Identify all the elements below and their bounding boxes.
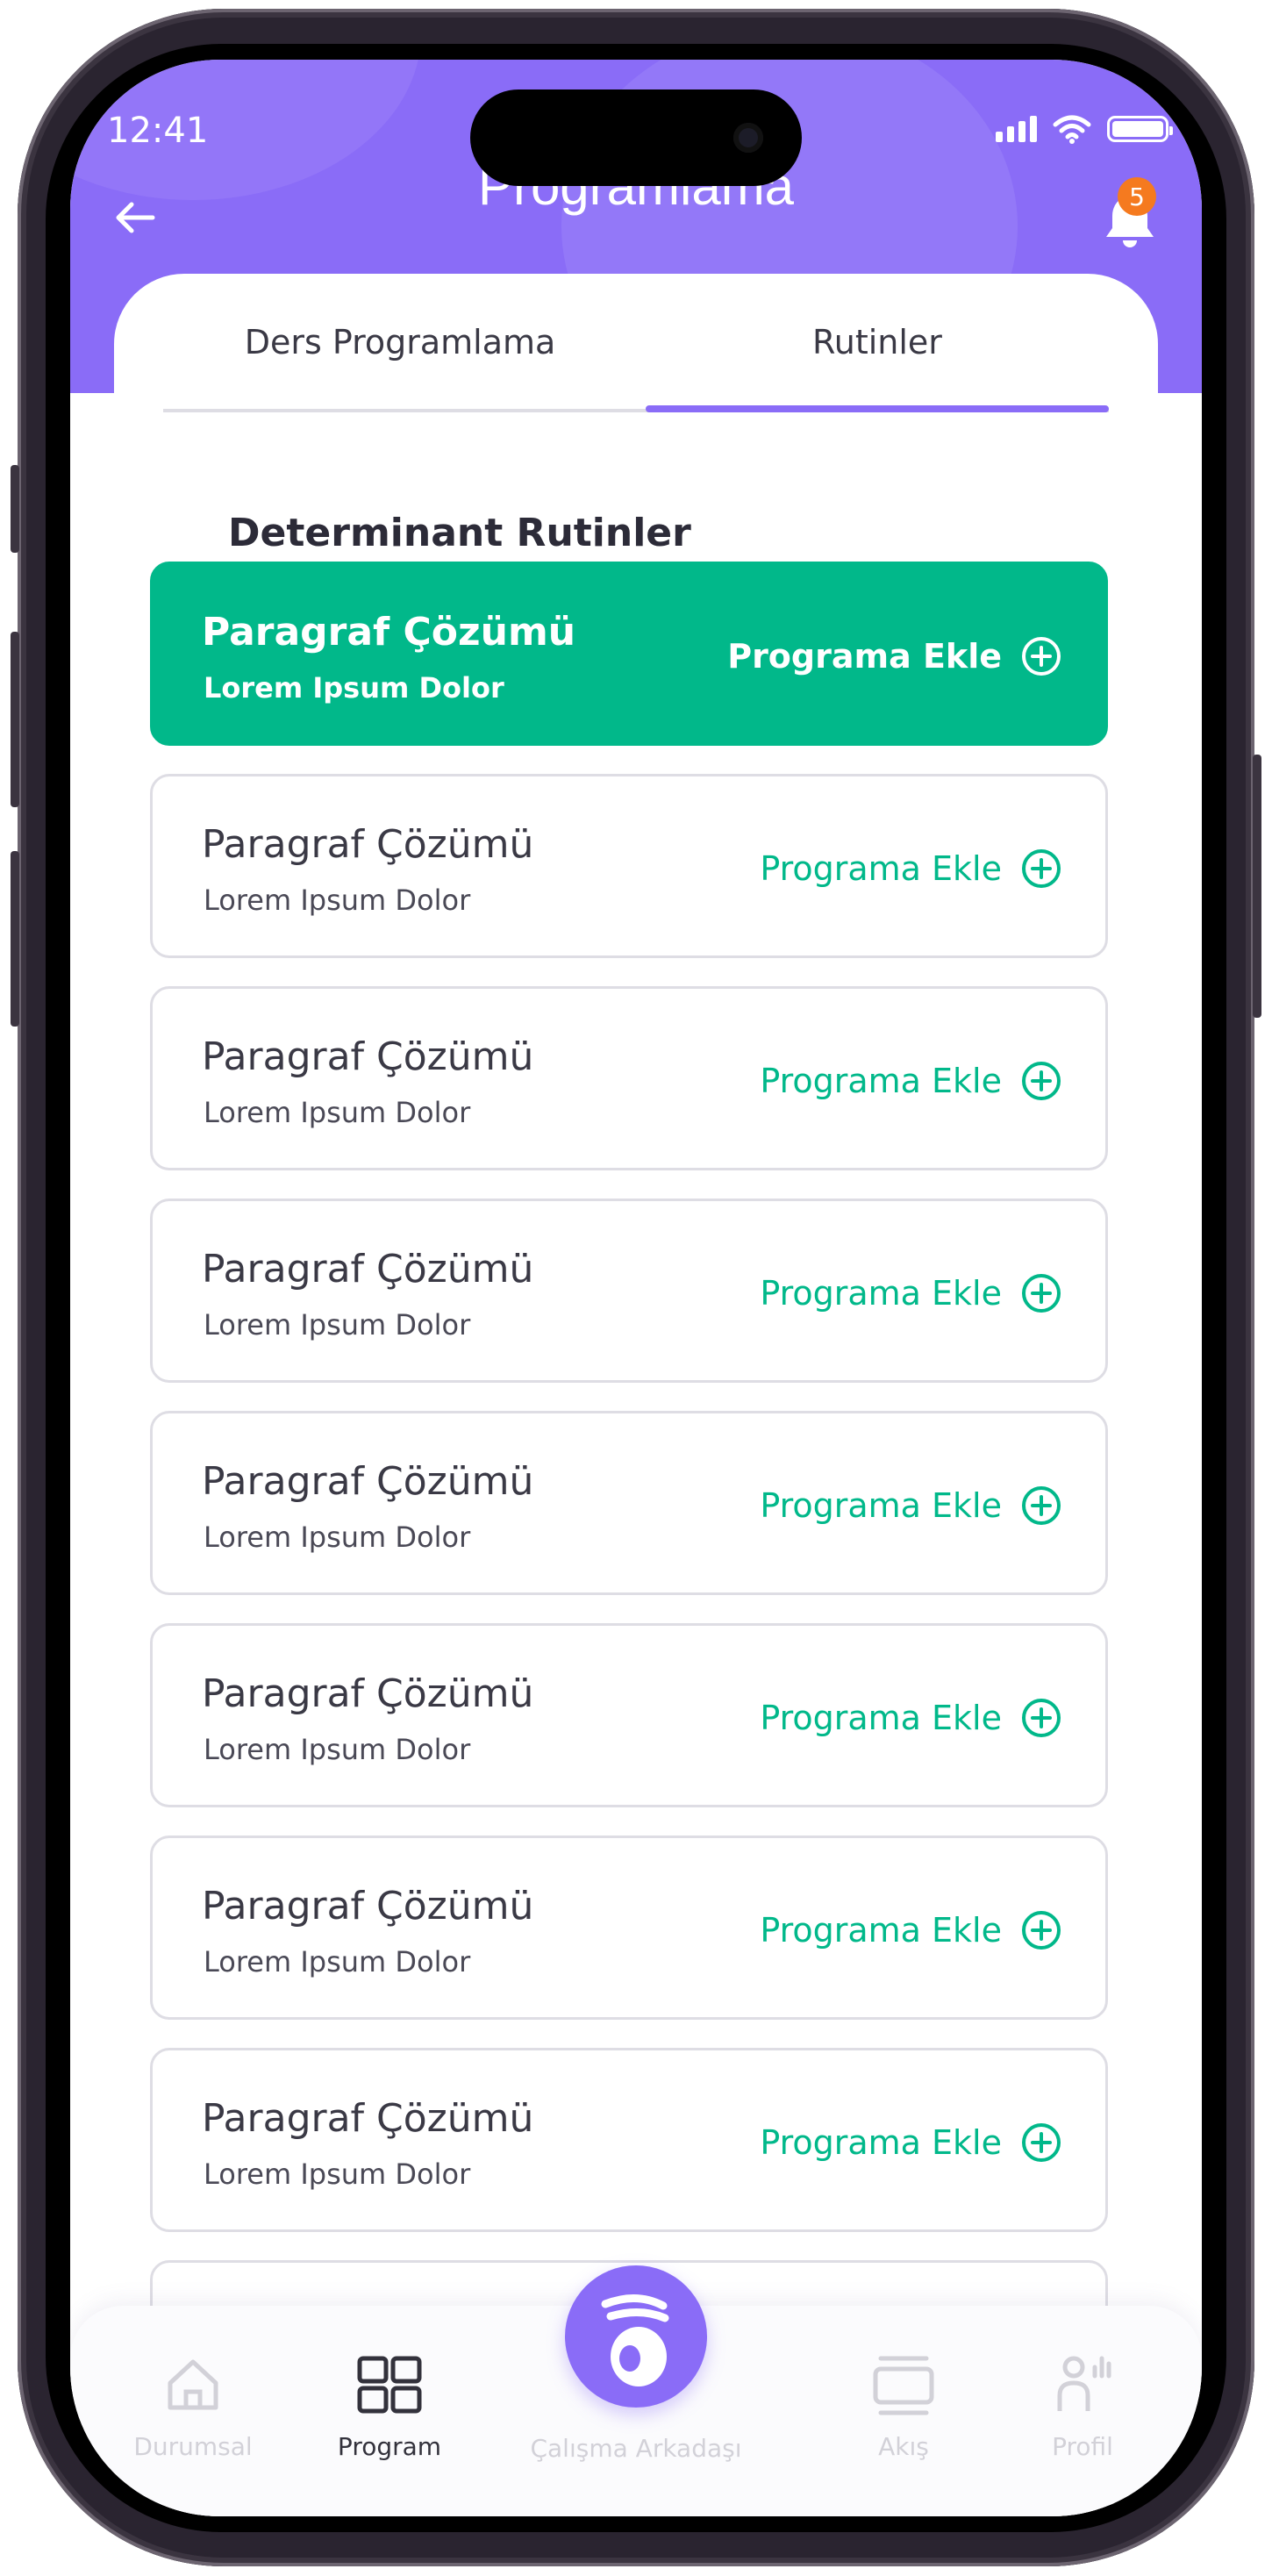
tab-rutinler[interactable]: Rutinler	[646, 274, 1109, 411]
home-icon	[168, 2359, 218, 2410]
add-to-program-label: Programa Ekle	[760, 1062, 1002, 1100]
profile-icon	[1057, 2356, 1111, 2411]
routine-card[interactable]: Paragraf Çözümü Lorem Ipsum Dolor Progra…	[150, 562, 1108, 746]
add-to-program-button[interactable]: Programa Ekle	[760, 1626, 1061, 1810]
nav-label: Akış	[878, 2432, 929, 2461]
screen: 12:41 Programlama 5 Ders Programlama Rut…	[70, 60, 1202, 2516]
action-button	[11, 465, 19, 553]
routine-subtitle: Lorem Ipsum Dolor	[204, 1096, 471, 1129]
plus-circle-icon	[1022, 1274, 1061, 1313]
routine-subtitle: Lorem Ipsum Dolor	[204, 1733, 471, 1766]
add-to-program-button[interactable]: Programa Ekle	[760, 1201, 1061, 1385]
routine-card[interactable]: Paragraf Çözümü Lorem Ipsum Dolor Progra…	[150, 986, 1108, 1170]
routine-subtitle: Lorem Ipsum Dolor	[204, 884, 471, 917]
add-to-program-button[interactable]: Programa Ekle	[760, 1838, 1061, 2022]
tab-ders-programlama[interactable]: Ders Programlama	[163, 274, 637, 411]
power-button	[1253, 755, 1261, 1018]
add-to-program-label: Programa Ekle	[760, 1274, 1002, 1313]
add-to-program-button[interactable]: Programa Ekle	[760, 989, 1061, 1173]
nav-item-profil[interactable]: Profil	[995, 2350, 1170, 2461]
routine-card[interactable]: Paragraf Çözümü Lorem Ipsum Dolor Progra…	[150, 1411, 1108, 1595]
nav-label: Profil	[1052, 2432, 1113, 2461]
grid-icon	[357, 2356, 422, 2414]
camera-icon	[733, 123, 763, 153]
bottom-navigation: Durumsal Program Çalışma Arkadaşı Akış P…	[70, 2265, 1202, 2516]
tab-bar: Ders Programlama Rutinler	[114, 274, 1158, 414]
status-icons	[996, 114, 1173, 144]
routine-subtitle: Lorem Ipsum Dolor	[204, 1308, 471, 1342]
wifi-icon	[1053, 115, 1091, 144]
routine-subtitle: Lorem Ipsum Dolor	[204, 671, 504, 705]
routine-title: Paragraf Çözümü	[202, 1671, 534, 1716]
bunny-icon	[601, 2293, 669, 2386]
study-buddy-button[interactable]	[565, 2265, 707, 2408]
add-to-program-button[interactable]: Programa Ekle	[760, 2050, 1061, 2235]
routine-title: Paragraf Çözümü	[202, 1034, 534, 1079]
plus-circle-icon	[1022, 1699, 1061, 1737]
plus-circle-icon	[1022, 849, 1061, 888]
routine-subtitle: Lorem Ipsum Dolor	[204, 1521, 471, 1554]
routine-title: Paragraf Çözümü	[202, 2096, 534, 2141]
volume-up-button	[11, 632, 19, 807]
add-to-program-label: Programa Ekle	[760, 849, 1002, 888]
add-to-program-label: Programa Ekle	[760, 1699, 1002, 1737]
add-to-program-label: Programa Ekle	[760, 1911, 1002, 1950]
add-to-program-label: Programa Ekle	[760, 1486, 1002, 1525]
section-title: Determinant Rutinler	[228, 511, 691, 555]
stack-icon	[873, 2356, 934, 2415]
routine-title: Paragraf Çözümü	[202, 1884, 534, 1928]
add-to-program-label: Programa Ekle	[760, 2123, 1002, 2162]
battery-icon	[1107, 116, 1173, 142]
routine-card[interactable]: Paragraf Çözümü Lorem Ipsum Dolor Progra…	[150, 774, 1108, 958]
volume-down-button	[11, 851, 19, 1027]
routine-title: Paragraf Çözümü	[202, 610, 576, 655]
plus-circle-icon	[1022, 1062, 1061, 1100]
plus-circle-icon	[1022, 2123, 1061, 2162]
add-to-program-label: Programa Ekle	[727, 637, 1002, 676]
notification-badge: 5	[1118, 177, 1156, 216]
cellular-signal-icon	[996, 116, 1037, 142]
routine-card[interactable]: Paragraf Çözümü Lorem Ipsum Dolor Progra…	[150, 1199, 1108, 1383]
routine-card[interactable]: Paragraf Çözümü Lorem Ipsum Dolor Progra…	[150, 1623, 1108, 1807]
plus-circle-icon	[1022, 637, 1061, 676]
routine-card[interactable]: Paragraf Çözümü Lorem Ipsum Dolor Progra…	[150, 2048, 1108, 2232]
routine-title: Paragraf Çözümü	[202, 822, 534, 867]
plus-circle-icon	[1022, 1486, 1061, 1525]
routine-title: Paragraf Çözümü	[202, 1459, 534, 1504]
status-time: 12:41	[107, 111, 209, 151]
routine-subtitle: Lorem Ipsum Dolor	[204, 1945, 471, 1979]
routine-card[interactable]: Paragraf Çözümü Lorem Ipsum Dolor Progra…	[150, 1835, 1108, 2020]
routine-title: Paragraf Çözümü	[202, 1247, 534, 1292]
add-to-program-button[interactable]: Programa Ekle	[760, 776, 1061, 961]
plus-circle-icon	[1022, 1911, 1061, 1950]
tab-label: Ders Programlama	[244, 323, 556, 361]
add-to-program-button[interactable]: Programa Ekle	[727, 564, 1061, 748]
routine-subtitle: Lorem Ipsum Dolor	[204, 2157, 471, 2191]
dynamic-island	[470, 89, 802, 186]
tab-label: Rutinler	[812, 323, 942, 361]
add-to-program-button[interactable]: Programa Ekle	[760, 1413, 1061, 1598]
nav-item-akis[interactable]: Akış	[816, 2350, 991, 2461]
tab-active-indicator	[646, 405, 1109, 412]
